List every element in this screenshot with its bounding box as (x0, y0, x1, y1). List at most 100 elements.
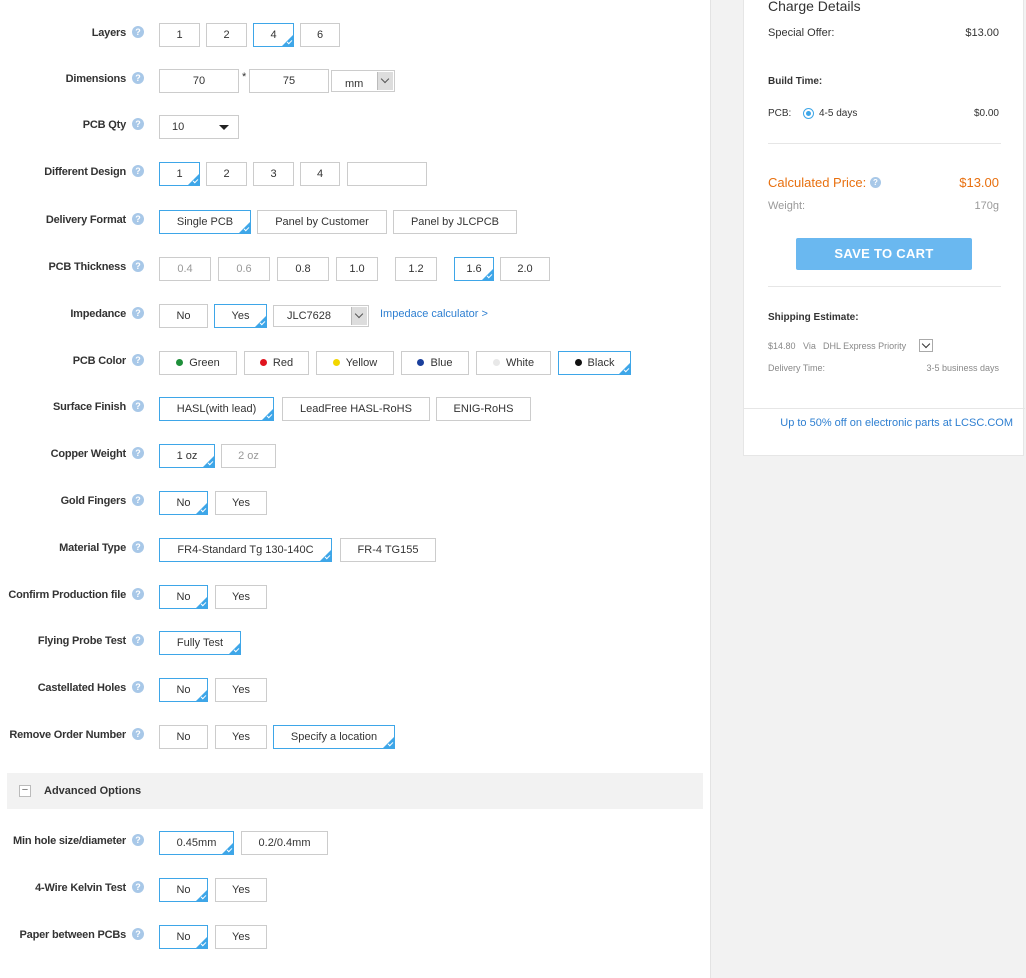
height-input[interactable]: 75 (249, 69, 329, 93)
option-kelvin-yes[interactable]: Yes (215, 878, 267, 902)
row-kelvin: 4-Wire Kelvin Test? No Yes (0, 878, 710, 902)
option-pcb-thickness-1-2[interactable]: 1.2 (395, 257, 437, 281)
help-icon[interactable]: ? (132, 165, 144, 177)
help-icon[interactable]: ? (132, 588, 144, 600)
chevron-down-icon (921, 339, 931, 349)
row-confirm-production: Confirm Production file? No Yes (0, 585, 710, 609)
color-option-white[interactable]: White (476, 351, 551, 375)
charge-details-card: Charge Details Special Offer: $13.00 Bui… (743, 0, 1025, 456)
option-impedance-no[interactable]: No (159, 304, 208, 328)
option-remove-order-number-no[interactable]: No (159, 725, 208, 749)
option-delivery-format-single-pcb[interactable]: Single PCB (159, 210, 251, 234)
option-pcb-thickness-1-0[interactable]: 1.0 (336, 257, 378, 281)
calculated-price-help-icon[interactable]: ? (870, 177, 881, 188)
option-castellated-yes[interactable]: Yes (215, 678, 267, 702)
help-icon[interactable]: ? (132, 541, 144, 553)
field-label: Different Design (44, 166, 126, 178)
option-different-design-4[interactable]: 4 (300, 162, 340, 186)
help-icon[interactable]: ? (132, 213, 144, 225)
help-icon[interactable]: ? (132, 728, 144, 740)
color-option-black[interactable]: Black (558, 351, 631, 375)
option-castellated-no[interactable]: No (159, 678, 208, 702)
special-offer-value: $13.00 (965, 27, 999, 39)
option-min-hole-0-45mm[interactable]: 0.45mm (159, 831, 234, 855)
option-delivery-format-panel-by-customer[interactable]: Panel by Customer (257, 210, 387, 234)
option-pcb-thickness-0-8[interactable]: 0.8 (277, 257, 329, 281)
pcb-qty-select[interactable]: 10 (159, 115, 239, 139)
advanced-options-bar[interactable]: − Advanced Options (7, 773, 703, 809)
chevron-down-icon (351, 307, 367, 325)
save-to-cart-button[interactable]: SAVE TO CART (796, 238, 972, 270)
help-icon[interactable]: ? (132, 307, 144, 319)
option-copper-weight-1-oz[interactable]: 1 oz (159, 444, 215, 468)
option-flying-probe-fully-test[interactable]: Fully Test (159, 631, 241, 655)
option-layers-4[interactable]: 4 (253, 23, 294, 47)
option-confirm-production-yes[interactable]: Yes (215, 585, 267, 609)
field-label: Material Type (59, 542, 126, 554)
option-gold-fingers-yes[interactable]: Yes (215, 491, 267, 515)
option-different-design-3[interactable]: 3 (253, 162, 294, 186)
width-input[interactable]: 70 (159, 69, 239, 93)
color-swatch-icon (574, 359, 582, 366)
option-pcb-thickness-1-6[interactable]: 1.6 (454, 257, 494, 281)
impedance-calculator-link[interactable]: Impedace calculator > (380, 308, 488, 320)
option-impedance-yes[interactable]: Yes (214, 304, 267, 328)
option-remove-order-number-yes[interactable]: Yes (215, 725, 267, 749)
option-pcb-thickness-2-0[interactable]: 2.0 (500, 257, 550, 281)
row-flying-probe: Flying Probe Test? Fully Test (0, 631, 710, 655)
option-gold-fingers-no[interactable]: No (159, 491, 208, 515)
option-pcb-thickness-0-4[interactable]: 0.4 (159, 257, 211, 281)
help-icon[interactable]: ? (132, 400, 144, 412)
field-label: Copper Weight (50, 448, 127, 460)
option-paper-yes[interactable]: Yes (215, 925, 267, 949)
shipping-estimate-label: Shipping Estimate: (768, 312, 859, 323)
help-icon[interactable]: ? (132, 26, 144, 38)
color-option-red[interactable]: Red (244, 351, 309, 375)
color-option-blue[interactable]: Blue (401, 351, 469, 375)
help-icon[interactable]: ? (132, 354, 144, 366)
build-time-radio[interactable] (803, 108, 814, 119)
help-icon[interactable]: ? (132, 881, 144, 893)
help-icon[interactable]: ? (132, 634, 144, 646)
lcsc-promo-link[interactable]: Up to 50% off on electronic parts at LCS… (780, 417, 1013, 429)
option-surface-finish-enig-rohs[interactable]: ENIG-RoHS (436, 397, 531, 421)
collapse-toggle-icon[interactable]: − (19, 785, 31, 797)
impedance-stackup-select[interactable]: JLC7628 (273, 305, 369, 327)
option-material-type-fr4-standard-tg-130-140c[interactable]: FR4-Standard Tg 130-140C (159, 538, 332, 562)
option-different-design-1[interactable]: 1 (159, 162, 200, 186)
help-icon[interactable]: ? (132, 447, 144, 459)
option-layers-1[interactable]: 1 (159, 23, 200, 47)
option-layers-6[interactable]: 6 (300, 23, 340, 47)
option-surface-finish-leadfree-hasl-rohs[interactable]: LeadFree HASL-RoHS (282, 397, 430, 421)
help-icon[interactable]: ? (132, 72, 144, 84)
different-design-custom-input[interactable] (347, 162, 427, 186)
option-layers-2[interactable]: 2 (206, 23, 247, 47)
color-option-green[interactable]: Green (159, 351, 237, 375)
weight-label: Weight: (768, 200, 806, 212)
unit-select[interactable]: mm (331, 70, 395, 92)
option-confirm-production-no[interactable]: No (159, 585, 208, 609)
chevron-glyph (354, 309, 364, 319)
color-option-yellow[interactable]: Yellow (316, 351, 394, 375)
shipping-method-dropdown[interactable] (919, 339, 933, 352)
option-remove-order-number-specify-a-location[interactable]: Specify a location (273, 725, 395, 749)
option-delivery-format-panel-by-jlcpcb[interactable]: Panel by JLCPCB (393, 210, 517, 234)
chevron-down-icon (377, 72, 393, 90)
option-min-hole-0-2-0-4mm[interactable]: 0.2/0.4mm (241, 831, 328, 855)
option-material-type-fr-4-tg155[interactable]: FR-4 TG155 (340, 538, 436, 562)
option-copper-weight-2-oz[interactable]: 2 oz (221, 444, 276, 468)
row-pcb-color: PCB Color? Green Red Yellow Blue White Black (0, 351, 710, 375)
help-icon[interactable]: ? (132, 834, 144, 846)
help-icon[interactable]: ? (132, 928, 144, 940)
help-icon[interactable]: ? (132, 260, 144, 272)
build-time-cost: $0.00 (973, 108, 999, 119)
divider (744, 408, 1025, 409)
help-icon[interactable]: ? (132, 494, 144, 506)
help-icon[interactable]: ? (132, 681, 144, 693)
option-pcb-thickness-0-6[interactable]: 0.6 (218, 257, 270, 281)
help-icon[interactable]: ? (132, 118, 144, 130)
option-different-design-2[interactable]: 2 (206, 162, 247, 186)
option-kelvin-no[interactable]: No (159, 878, 208, 902)
option-paper-no[interactable]: No (159, 925, 208, 949)
option-surface-finish-hasl-with-lead[interactable]: HASL(with lead) (159, 397, 274, 421)
